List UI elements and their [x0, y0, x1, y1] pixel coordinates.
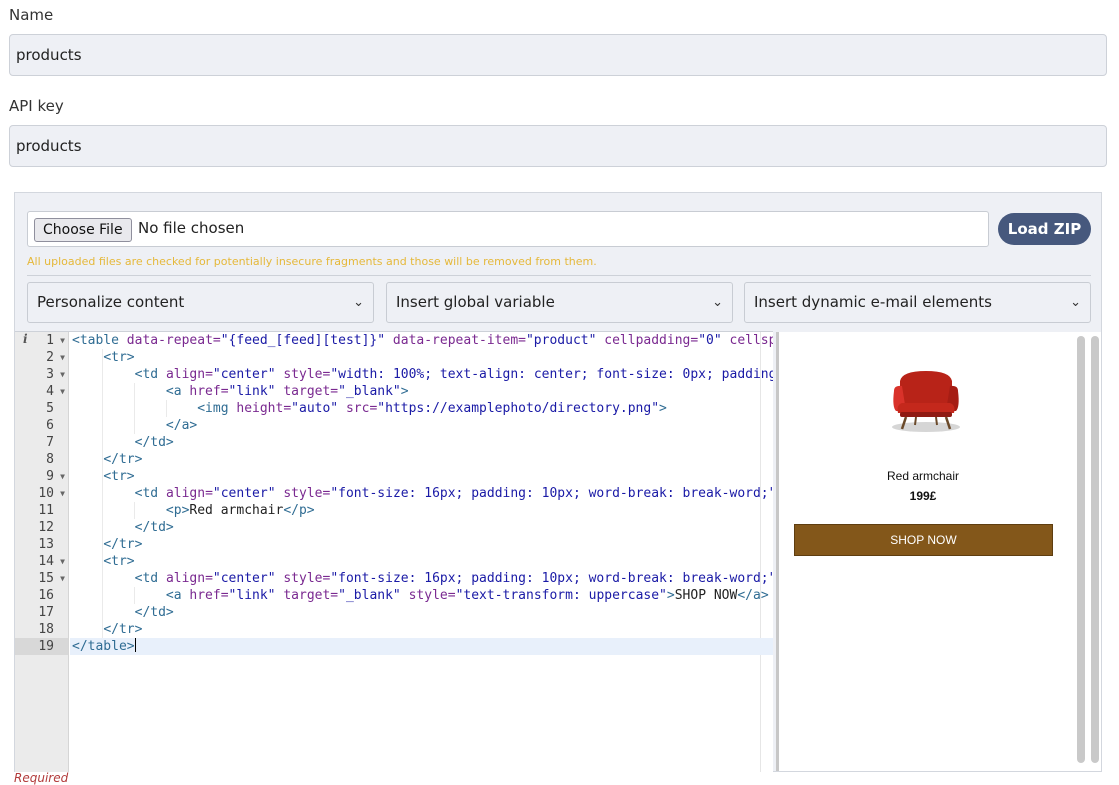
- line-number-text: 8: [46, 452, 54, 467]
- select-value: Insert global variable: [396, 293, 555, 311]
- file-status: No file chosen: [138, 219, 245, 237]
- template-editor-panel: Choose File No file chosen Load ZIP All …: [14, 192, 1102, 772]
- code-line: <tr>: [103, 350, 135, 365]
- line-number: 11: [15, 502, 68, 519]
- line-number: 8: [15, 451, 68, 468]
- line-number: 1 ▼: [15, 332, 68, 349]
- code-line: <p>Red armchair</p>: [165, 503, 315, 518]
- line-gutter: i 1 ▼ 2 ▼ 3 ▼ 4 ▼ 5 6 7 8 9 ▼ 10 ▼ 11 12 13 14 ▼ 15 ▼ 16 17 18 19: [15, 332, 69, 772]
- chevron-down-icon: ⌄: [1070, 295, 1081, 310]
- fold-arrow-icon[interactable]: ▼: [60, 553, 65, 570]
- select-value: Insert dynamic e-mail elements: [754, 293, 992, 311]
- name-label: Name: [9, 6, 54, 24]
- code-line: <img height="auto" src="https://examplep…: [197, 401, 667, 416]
- code-line: </tr>: [103, 537, 143, 552]
- dynamic-elements-select[interactable]: Insert dynamic e-mail elements ⌄: [744, 282, 1091, 323]
- fold-arrow-icon[interactable]: ▼: [60, 332, 65, 349]
- line-number: 4 ▼: [15, 383, 68, 400]
- chevron-down-icon: ⌄: [353, 295, 364, 310]
- code-line: <td align="center" style="font-size: 16p…: [134, 486, 773, 501]
- line-number: 12: [15, 519, 68, 536]
- line-number-text: 14: [38, 554, 54, 569]
- load-zip-button[interactable]: Load ZIP: [998, 213, 1091, 245]
- line-number: 3 ▼: [15, 366, 68, 383]
- product-price: 199£: [909, 489, 937, 503]
- line-number-text: 9: [46, 469, 54, 484]
- fold-arrow-icon[interactable]: ▼: [60, 366, 65, 383]
- line-number-text: 17: [38, 605, 54, 620]
- code-line: <table data-repeat="{feed_[feed][test]}"…: [72, 333, 773, 348]
- api-key-input[interactable]: products: [9, 125, 1107, 167]
- line-number: 5: [15, 400, 68, 417]
- code-line: <td align="center" style="font-size: 16p…: [134, 571, 773, 586]
- fold-arrow-icon[interactable]: ▼: [60, 468, 65, 485]
- text-cursor: [134, 638, 136, 652]
- code-line: </a>: [165, 418, 198, 433]
- fold-arrow-icon[interactable]: ▼: [60, 485, 65, 502]
- line-number-text: 3: [46, 367, 54, 382]
- code-line-active: </table>: [70, 638, 773, 655]
- preview-scrollbar[interactable]: [1077, 336, 1085, 763]
- code-editor[interactable]: i 1 ▼ 2 ▼ 3 ▼ 4 ▼ 5 6 7 8 9 ▼ 10 ▼ 11 12 13 14 ▼ 15 ▼ 16 17 18 19 …: [15, 331, 773, 772]
- line-number: 19: [15, 638, 68, 655]
- line-number-text: 12: [38, 520, 54, 535]
- choose-file-button[interactable]: Choose File: [34, 218, 132, 242]
- code-line: <tr>: [103, 469, 135, 484]
- preview-scrollbar[interactable]: [1091, 336, 1099, 763]
- line-number-text: 11: [38, 503, 54, 518]
- file-input[interactable]: Choose File No file chosen: [27, 211, 989, 247]
- code-line: </td>: [134, 605, 174, 620]
- line-number-text: 13: [38, 537, 54, 552]
- line-number-text: 4: [46, 384, 54, 399]
- line-number-text: 15: [38, 571, 54, 586]
- select-value: Personalize content: [37, 293, 185, 311]
- line-number: 13: [15, 536, 68, 553]
- line-number-text: 16: [38, 588, 54, 603]
- line-number: 9 ▼: [15, 468, 68, 485]
- line-number-text: 18: [38, 622, 54, 637]
- line-number: 2 ▼: [15, 349, 68, 366]
- armchair-image: [892, 371, 960, 432]
- upload-warning: All uploaded files are checked for poten…: [27, 255, 597, 268]
- line-number-text: 10: [38, 486, 54, 501]
- required-note: Required: [14, 771, 69, 785]
- code-line: <a href="link" target="_blank">: [165, 384, 409, 399]
- line-number: 16: [15, 587, 68, 604]
- code-line: <tr>: [103, 554, 135, 569]
- code-line: <a href="link" target="_blank" style="te…: [165, 588, 769, 603]
- shop-now-button[interactable]: SHOP NOW: [794, 524, 1053, 556]
- email-preview: Red armchair 199£ SHOP NOW: [776, 332, 1101, 771]
- fold-arrow-icon[interactable]: ▼: [60, 383, 65, 400]
- api-key-label: API key: [9, 97, 64, 115]
- fold-arrow-icon[interactable]: ▼: [60, 349, 65, 366]
- product-name: Red armchair: [886, 469, 960, 483]
- line-number: 10 ▼: [15, 485, 68, 502]
- code-line: </td>: [134, 520, 174, 535]
- fold-arrow-icon[interactable]: ▼: [60, 570, 65, 587]
- line-number-text: 6: [46, 418, 54, 433]
- global-variable-select[interactable]: Insert global variable ⌄: [386, 282, 733, 323]
- line-number-text: 5: [46, 401, 54, 416]
- line-number: 15 ▼: [15, 570, 68, 587]
- line-number-text: 1: [46, 333, 54, 348]
- divider: [27, 275, 1091, 276]
- line-number: 7: [15, 434, 68, 451]
- code-line: </tr>: [103, 452, 143, 467]
- line-number-text: 19: [38, 639, 54, 654]
- code-line: <td align="center" style="width: 100%; t…: [134, 367, 773, 382]
- line-number: 6: [15, 417, 68, 434]
- code-area[interactable]: <table data-repeat="{feed_[feed][test]}"…: [70, 332, 773, 772]
- chevron-down-icon: ⌄: [712, 295, 723, 310]
- code-line: </td>: [134, 435, 174, 450]
- line-number: 14 ▼: [15, 553, 68, 570]
- line-number-text: 2: [46, 350, 54, 365]
- line-number-text: 7: [46, 435, 54, 450]
- personalize-content-select[interactable]: Personalize content ⌄: [27, 282, 374, 323]
- line-number: 18: [15, 621, 68, 638]
- name-input[interactable]: products: [9, 34, 1107, 76]
- code-line: </tr>: [103, 622, 143, 637]
- line-number: 17: [15, 604, 68, 621]
